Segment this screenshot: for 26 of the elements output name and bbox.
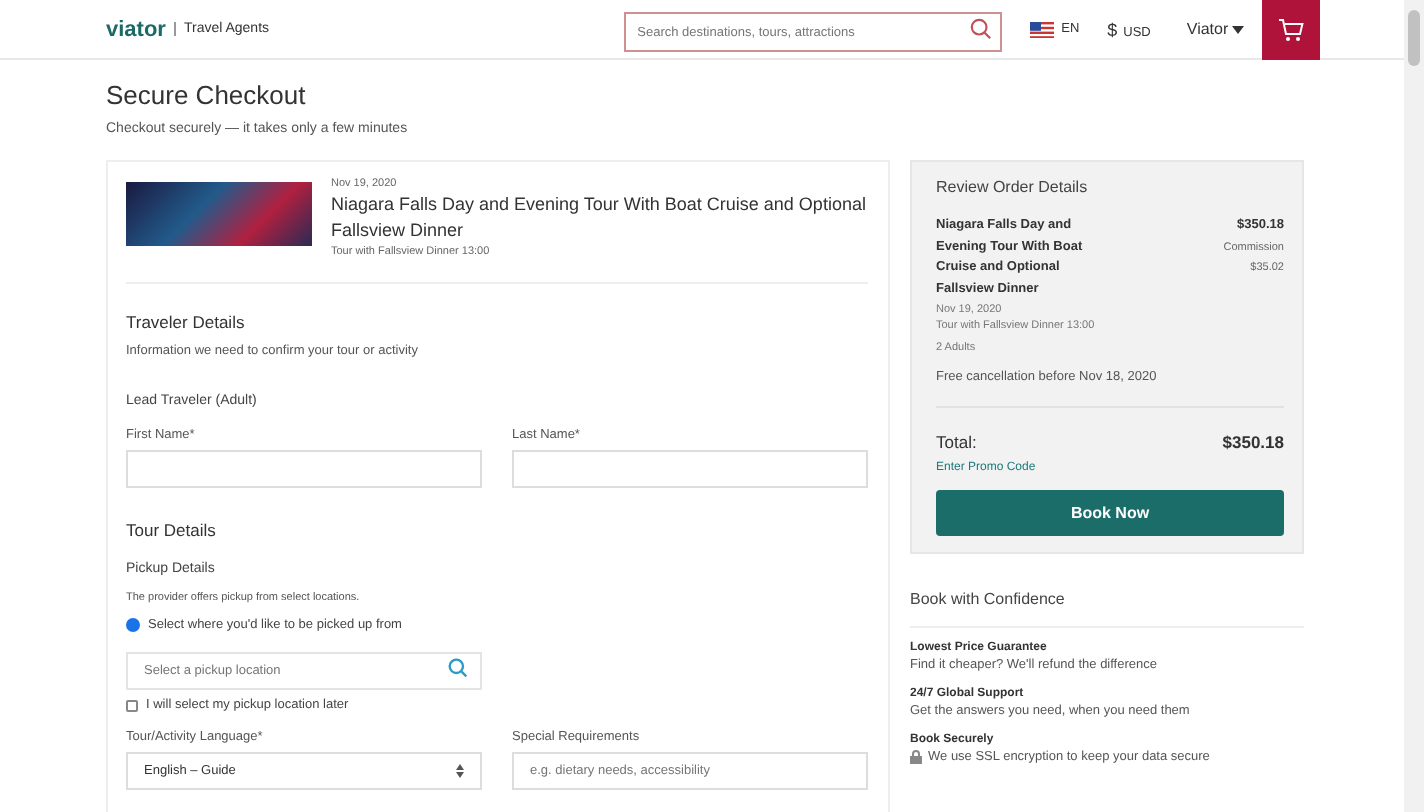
section-heading: Traveler Details: [126, 312, 247, 332]
panel-heading: Review Order Details: [936, 178, 1090, 196]
total-amount: $350.18: [1222, 431, 1284, 451]
search-icon[interactable]: [448, 657, 468, 677]
caret-icon: [1232, 25, 1245, 33]
lock-icon: [910, 749, 922, 763]
account-menu[interactable]: Viator: [1186, 20, 1245, 38]
cart-button[interactable]: [1262, 0, 1320, 59]
page-title: Secure Checkout: [106, 80, 308, 110]
search-icon[interactable]: [969, 18, 992, 40]
checkbox[interactable]: [126, 699, 138, 711]
input-field[interactable]: [126, 450, 482, 488]
currency-symbol[interactable]: $: [1107, 19, 1118, 39]
tour-title: Niagara Falls Day and Evening Tour With Boat Cruise and Optional Fallsview Dinner: [330, 192, 868, 244]
section-heading: Tour Details: [126, 520, 218, 540]
scrollbar-thumb[interactable]: [1408, 10, 1420, 66]
updown-arrow-icon: [456, 764, 464, 778]
input-field[interactable]: [512, 450, 868, 488]
logo[interactable]: viator: [106, 17, 166, 41]
flag-icon[interactable]: [1029, 21, 1054, 37]
radio-button[interactable]: [126, 618, 140, 632]
confidence-heading: Book with Confidence: [910, 589, 1067, 607]
cart-icon: [1278, 17, 1305, 41]
book-now-button[interactable]: Book Now: [936, 489, 1284, 535]
scrollbar[interactable]: [1404, 0, 1424, 812]
total-label: Total:: [936, 431, 977, 451]
